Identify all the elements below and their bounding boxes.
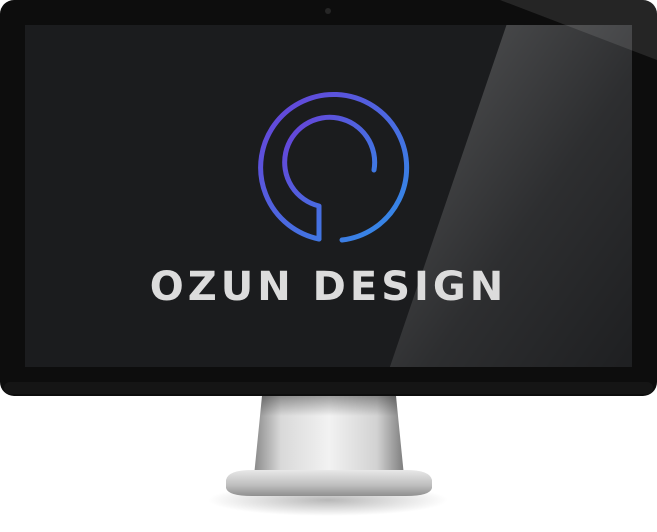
camera-icon <box>325 8 331 14</box>
brand-name: OZUN DESIGN <box>149 264 508 310</box>
monitor-base <box>226 470 432 496</box>
monitor-mockup: OZUN DESIGN <box>0 0 657 528</box>
